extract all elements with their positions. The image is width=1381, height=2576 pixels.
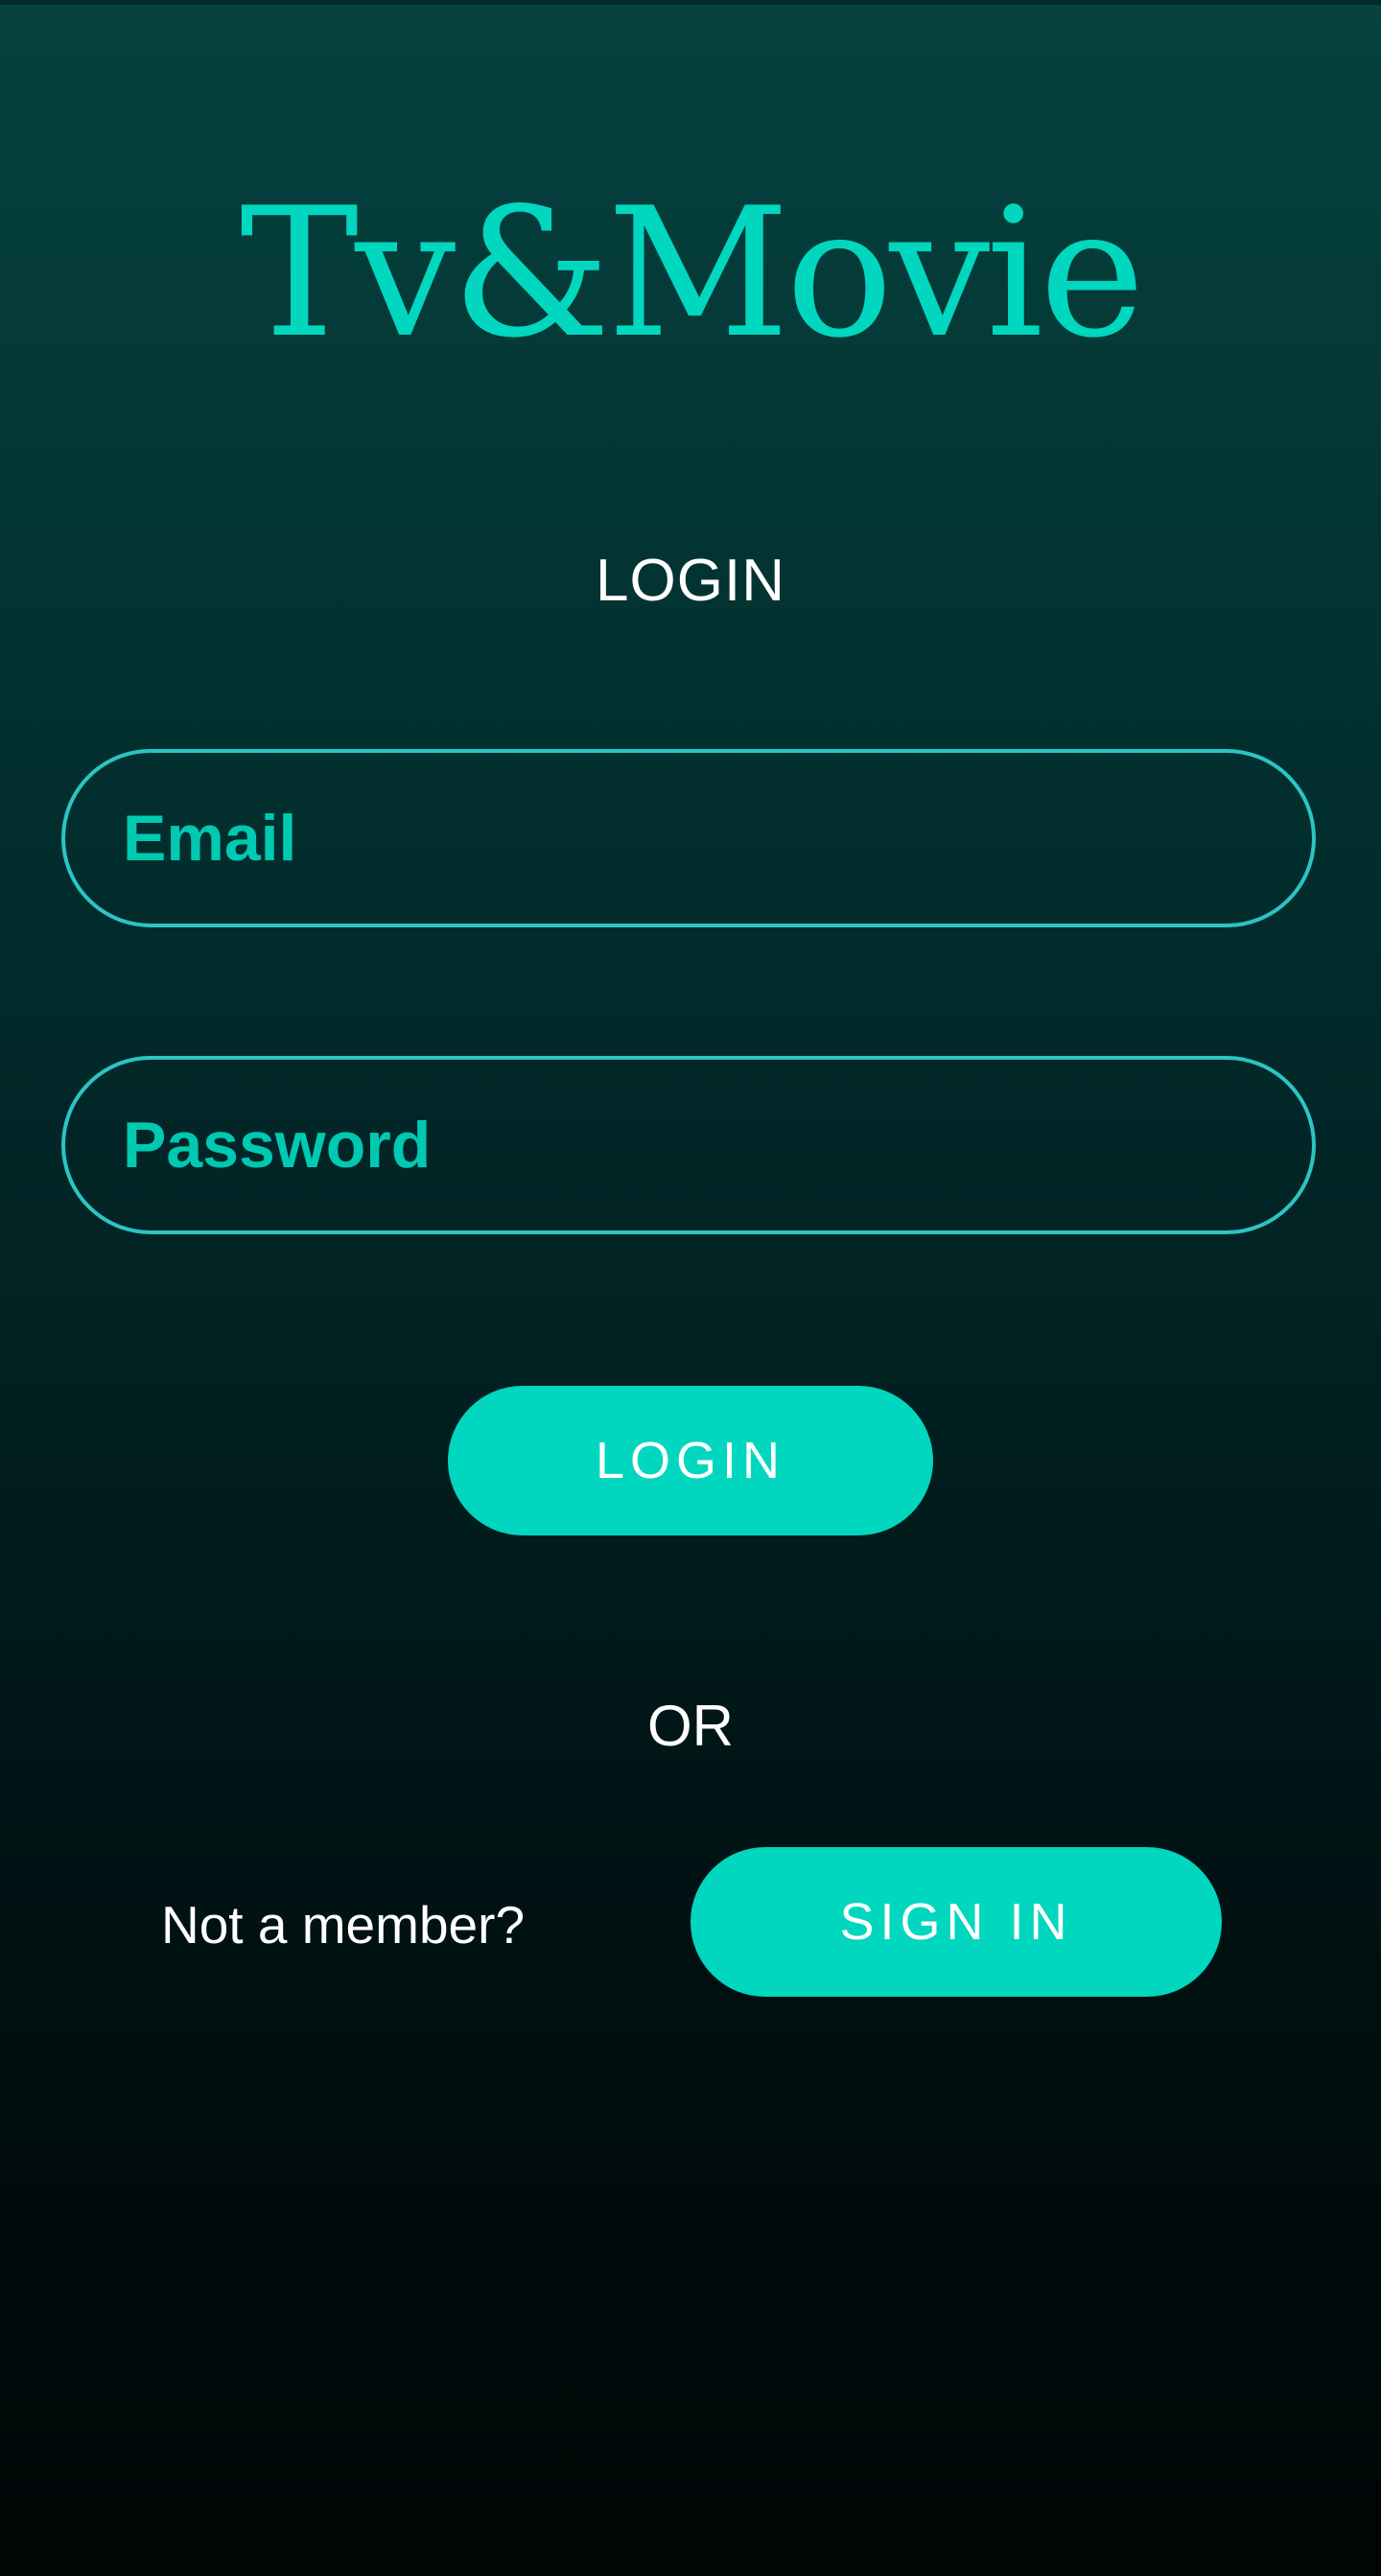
top-divider [0, 0, 1381, 5]
app-logo-title: Tv&Movie [240, 169, 1145, 377]
login-heading: LOGIN [596, 548, 785, 614]
email-field-container[interactable] [61, 749, 1316, 927]
email-input[interactable] [123, 753, 1254, 924]
not-a-member-label: Not a member? [161, 1895, 526, 1955]
password-input[interactable] [123, 1060, 1254, 1230]
or-divider-text: OR [647, 1694, 734, 1758]
login-button[interactable]: LOGIN [448, 1386, 933, 1535]
sign-in-button[interactable]: SIGN IN [690, 1847, 1222, 1997]
password-field-container[interactable] [61, 1056, 1316, 1234]
